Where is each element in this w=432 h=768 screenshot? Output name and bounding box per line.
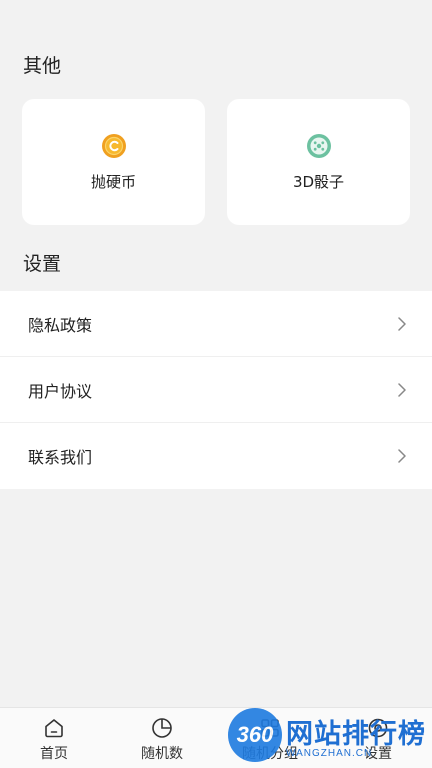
settings-icon [368,718,388,738]
coin-toss-card[interactable]: 抛硬币 [22,99,205,225]
contact-us-item[interactable]: 联系我们 [0,423,432,489]
bottom-tab-bar: 首页 随机数 随机分组 设置 [0,707,432,768]
tab-settings[interactable]: 设置 [324,708,432,768]
tool-cards: 抛硬币 3D骰子 [22,99,410,225]
user-agreement-label: 用户协议 [28,381,93,401]
chevron-right-icon [398,383,406,397]
tab-random-number-label: 随机数 [141,746,183,762]
contact-us-label: 联系我们 [28,448,93,467]
user-agreement-item[interactable]: 用户协议 [0,357,432,423]
coin-icon [101,134,126,158]
grid-icon [261,719,279,737]
dice-3d-card[interactable]: 3D骰子 [227,99,410,225]
tab-settings-label: 设置 [364,746,392,762]
settings-list: 隐私政策 用户协议 联系我们 [0,291,432,489]
tab-random-number[interactable]: 随机数 [108,708,216,768]
tab-random-group[interactable]: 随机分组 [216,708,324,768]
tab-random-group-label: 随机分组 [242,746,298,762]
dice-icon [306,134,331,158]
settings-page: 其他 抛硬币 3D骰子 设置 隐私政策 用户协议 联系我们 首页 随机数 随机分… [0,0,432,768]
section-title-settings: 设置 [23,253,62,275]
privacy-policy-item[interactable]: 隐私政策 [0,291,432,357]
section-title-other: 其他 [23,55,62,77]
chevron-right-icon [398,317,406,331]
tab-home-label: 首页 [40,746,68,762]
dice-3d-label: 3D骰子 [292,173,345,191]
pie-chart-icon [152,718,172,738]
home-icon [45,719,63,738]
coin-toss-label: 抛硬币 [90,173,136,191]
tab-home[interactable]: 首页 [0,708,108,768]
privacy-policy-label: 隐私政策 [28,315,93,335]
chevron-right-icon [398,449,406,463]
